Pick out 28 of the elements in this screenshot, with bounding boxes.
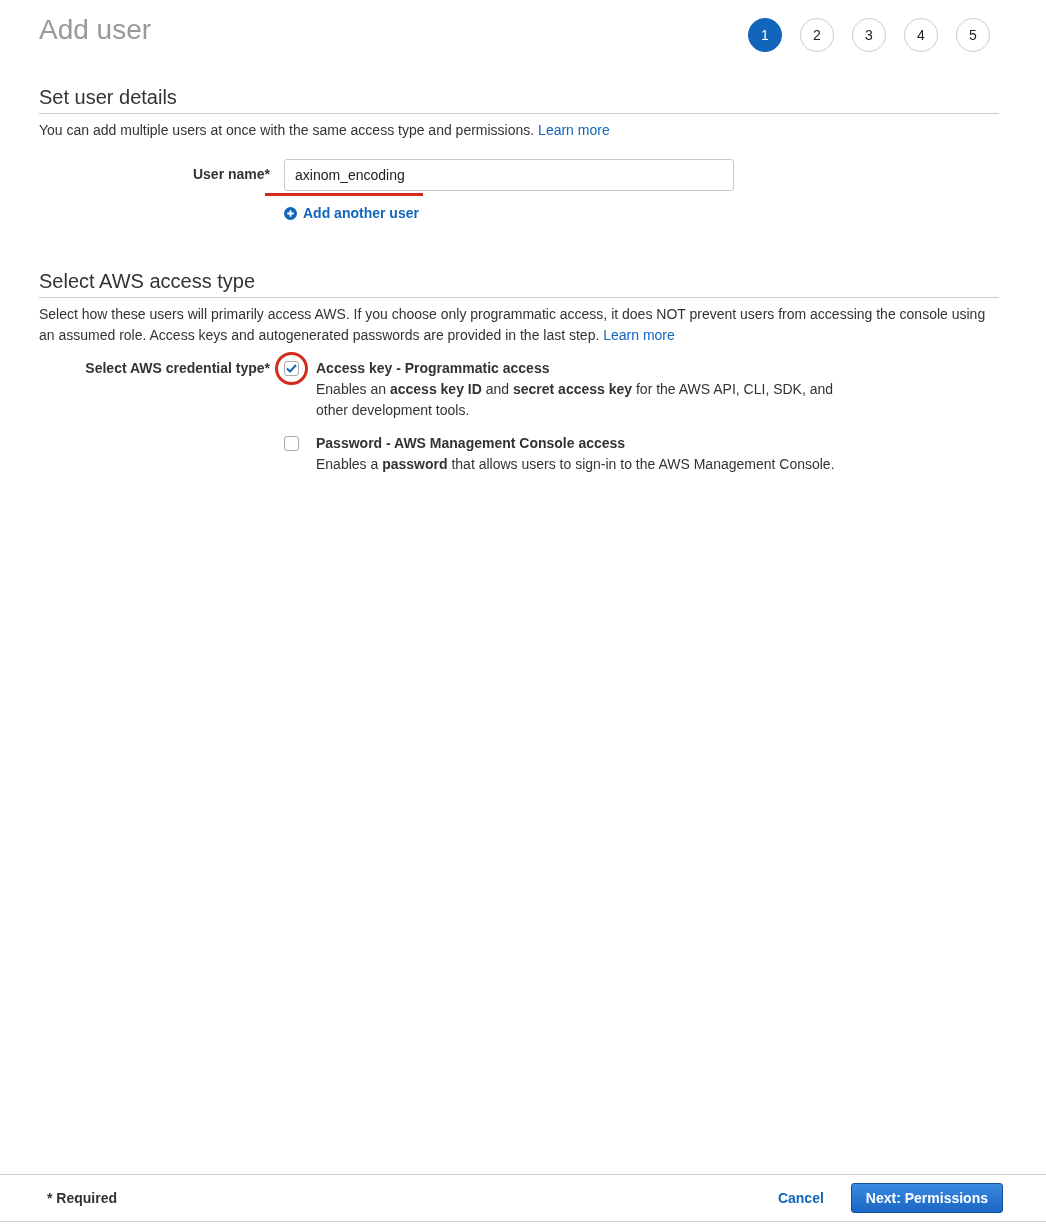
field-label: Select AWS credential type* — [84, 359, 270, 378]
user-name-field[interactable]: axinom_encoding — [284, 159, 734, 191]
option-description: Enables an access key ID and secret access key for the AWS API, CLI, SDK, and other development tools. — [316, 379, 835, 420]
section-intro: You can add multiple users at once with the same access type and permissions. Learn more — [39, 121, 611, 140]
annotation-circle — [275, 351, 308, 385]
option-description: Enables a password that allows users to sign-in to the AWS Management Console. — [316, 454, 836, 474]
checkbox[interactable] — [284, 360, 299, 376]
checkmark-icon — [286, 363, 297, 373]
field-label: User name* — [191, 165, 270, 184]
option-title: Access key - Programmatic access — [316, 359, 551, 377]
learn-more-link[interactable]: Learn more — [603, 326, 675, 343]
section-intro: Select how these users will primarily access AWS. If you choose only programmatic access, it does NOT prevent users from accessing the console using an assumed role. Access keys and autogenerated passwords are provided in the last step. Learn more — [39, 304, 987, 345]
next-button[interactable]: Next: Permissions — [850, 1183, 1003, 1213]
wizard-step[interactable]: 1 — [748, 18, 782, 52]
learn-more-link[interactable]: Learn more — [538, 122, 610, 138]
checkbox[interactable] — [284, 435, 299, 451]
plus-circle-icon — [284, 206, 297, 220]
cancel-link[interactable]: Cancel — [777, 1190, 824, 1206]
section-heading: Select AWS access type — [39, 269, 999, 298]
wizard-step[interactable]: 4 — [904, 18, 938, 52]
section-heading: Set user details — [39, 86, 999, 114]
wizard-step[interactable]: 2 — [800, 18, 834, 52]
required-note: * Required — [47, 1190, 117, 1206]
page-title: Add user — [39, 14, 152, 46]
wizard-step[interactable]: 3 — [852, 18, 886, 52]
option-title: Password - AWS Management Console access — [316, 434, 627, 452]
wizard-step[interactable]: 5 — [956, 18, 990, 52]
add-user-link[interactable]: Add another user — [284, 205, 419, 221]
